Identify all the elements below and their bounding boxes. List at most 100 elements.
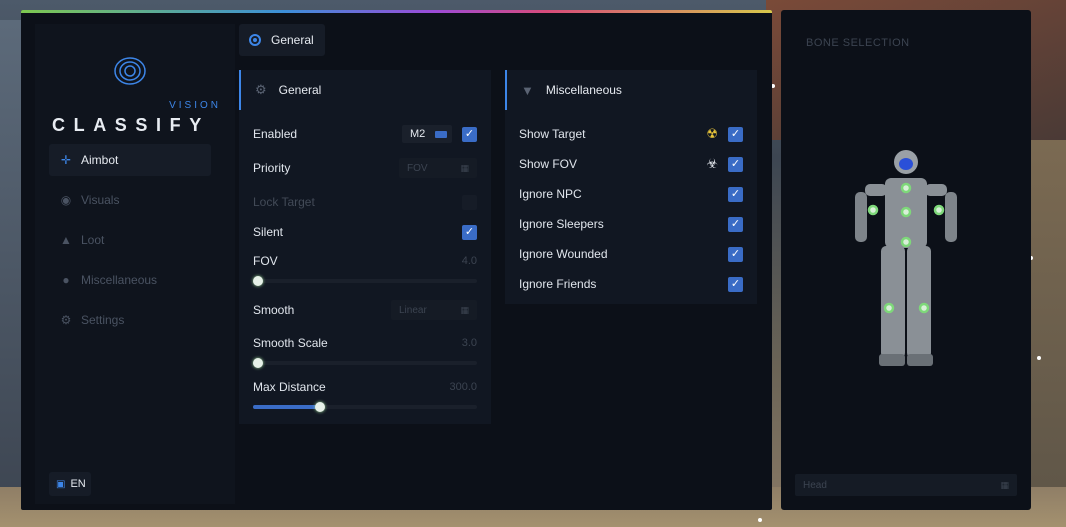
bag-icon: ▲ <box>60 233 72 247</box>
tab-label: General <box>271 33 314 47</box>
sidebar-item-settings[interactable]: ⚙ Settings <box>49 304 211 336</box>
sidebar-nav: ✛ Aimbot ◉ Visuals ▲ Loot ● Miscellaneou… <box>49 144 211 344</box>
smooth-row: Smooth Linear ▦ <box>253 300 477 320</box>
sidebar-item-visuals[interactable]: ◉ Visuals <box>49 184 211 216</box>
fov-slider-handle[interactable] <box>253 276 263 286</box>
enabled-keybind[interactable]: M2 <box>402 125 452 143</box>
smooth-value: Linear <box>399 304 427 316</box>
bg-dot <box>1037 356 1041 360</box>
ignore-friends-label: Ignore Friends <box>519 277 597 291</box>
sidebar-item-label: Loot <box>81 233 105 247</box>
ignore-friends-checkbox[interactable]: ✓ <box>728 276 743 292</box>
max-distance-slider-fill <box>253 405 321 409</box>
max-distance-value: 300.0 <box>449 381 477 393</box>
lock-target-checkbox[interactable] <box>462 194 477 210</box>
keyboard-icon <box>435 130 448 138</box>
smooth-scale-value: 3.0 <box>461 337 477 349</box>
silent-checkbox[interactable]: ✓ <box>462 224 477 240</box>
sidebar-item-label: Aimbot <box>81 153 119 167</box>
hazard-icon[interactable]: ☣ <box>706 156 718 172</box>
trash-icon: ▦ <box>460 304 469 315</box>
fov-slider[interactable] <box>253 276 477 286</box>
priority-row: Priority FOV ▦ <box>253 158 477 178</box>
enabled-checkbox[interactable]: ✓ <box>462 126 477 142</box>
logo: VISION CLASSIFY <box>35 44 235 135</box>
crosshair-icon: ✛ <box>60 153 72 167</box>
fov-row: FOV 4.0 <box>253 251 477 271</box>
max-distance-label: Max Distance <box>253 380 326 394</box>
sidebar-item-label: Settings <box>81 313 125 327</box>
logo-rings-icon <box>114 57 146 85</box>
eye-icon: ◉ <box>60 193 72 207</box>
smooth-scale-label: Smooth Scale <box>253 336 328 350</box>
max-distance-slider[interactable] <box>253 402 477 412</box>
priority-select[interactable]: FOV ▦ <box>399 158 477 178</box>
priority-value: FOV <box>407 162 428 174</box>
keybind-label: M2 <box>410 128 426 140</box>
gear-icon: ⚙ <box>60 313 72 327</box>
ignore-wounded-checkbox[interactable]: ✓ <box>728 246 743 262</box>
fov-label: FOV <box>253 254 278 268</box>
ignore-npc-row: Ignore NPC ✓ <box>519 184 743 204</box>
sidebar-item-miscellaneous[interactable]: ● Miscellaneous <box>49 264 211 296</box>
misc-panel: ▼ Miscellaneous Show Target ☢ ✓ Show FOV… <box>505 70 757 304</box>
bone-selection-title: BONE SELECTION <box>806 37 910 49</box>
panel-title: General <box>278 83 322 97</box>
target-icon <box>249 34 261 46</box>
show-target-row: Show Target ☢ ✓ <box>519 124 743 144</box>
max-distance-row: Max Distance 300.0 <box>253 377 477 397</box>
lock-target-row: Lock Target <box>253 192 477 212</box>
rainbow-bar <box>21 10 772 13</box>
priority-label: Priority <box>253 161 291 175</box>
logo-subtitle: VISION <box>169 100 221 111</box>
dots-icon: ● <box>62 273 70 287</box>
misc-panel-header: ▼ Miscellaneous <box>505 70 757 110</box>
ignore-wounded-row: Ignore Wounded ✓ <box>519 244 743 264</box>
tab-general[interactable]: General <box>239 24 325 56</box>
general-panel: ⚙ General Enabled M2 ✓ Priority FOV ▦ Lo… <box>239 70 491 424</box>
sidebar: VISION CLASSIFY ✛ Aimbot ◉ Visuals ▲ Loo… <box>35 24 235 504</box>
max-distance-slider-handle[interactable] <box>315 402 326 412</box>
sidebar-item-aimbot[interactable]: ✛ Aimbot <box>49 144 211 176</box>
bg-wall <box>1026 140 1066 500</box>
sidebar-item-label: Miscellaneous <box>81 273 158 287</box>
show-fov-checkbox[interactable]: ✓ <box>728 156 743 172</box>
bone-select[interactable]: Head ▦ <box>795 474 1017 496</box>
sidebar-item-loot[interactable]: ▲ Loot <box>49 224 211 256</box>
ignore-sleepers-checkbox[interactable]: ✓ <box>728 216 743 232</box>
ignore-npc-label: Ignore NPC <box>519 187 582 201</box>
silent-row: Silent ✓ <box>253 222 477 242</box>
character-model <box>855 150 957 366</box>
bg-dot <box>758 518 762 522</box>
bone-selection-window: BONE SELECTION Head ▦ <box>781 10 1031 510</box>
fov-value: 4.0 <box>461 255 477 267</box>
ignore-sleepers-label: Ignore Sleepers <box>519 217 604 231</box>
enabled-label: Enabled <box>253 127 298 141</box>
sidebar-item-label: Visuals <box>81 193 120 207</box>
show-fov-label: Show FOV <box>519 157 578 171</box>
gear-icon: ⚙ <box>255 82 267 97</box>
smooth-scale-slider-handle[interactable] <box>253 358 263 368</box>
ignore-wounded-label: Ignore Wounded <box>519 247 608 261</box>
smooth-scale-row: Smooth Scale 3.0 <box>253 333 477 353</box>
general-panel-header: ⚙ General <box>239 70 491 110</box>
ignore-friends-row: Ignore Friends ✓ <box>519 274 743 294</box>
hazard-icon[interactable]: ☢ <box>706 126 718 142</box>
bone-select-value: Head <box>803 479 827 491</box>
smooth-select[interactable]: Linear ▦ <box>391 300 477 320</box>
main-window: VISION CLASSIFY ✛ Aimbot ◉ Visuals ▲ Loo… <box>21 10 772 510</box>
ignore-npc-checkbox[interactable]: ✓ <box>728 186 743 202</box>
smooth-label: Smooth <box>253 303 295 317</box>
translate-icon: ▣ <box>56 478 66 490</box>
language-label: EN <box>70 478 86 490</box>
ignore-sleepers-row: Ignore Sleepers ✓ <box>519 214 743 234</box>
logo-title: CLASSIFY <box>52 115 210 135</box>
trash-icon: ▦ <box>1000 479 1009 490</box>
silent-label: Silent <box>253 225 284 239</box>
show-fov-row: Show FOV ☣ ✓ <box>519 154 743 174</box>
enabled-row: Enabled M2 ✓ <box>253 124 477 144</box>
show-target-checkbox[interactable]: ✓ <box>728 126 743 142</box>
language-button[interactable]: ▣ EN <box>49 472 91 496</box>
filter-icon: ▼ <box>521 82 534 98</box>
smooth-scale-slider[interactable] <box>253 358 477 368</box>
